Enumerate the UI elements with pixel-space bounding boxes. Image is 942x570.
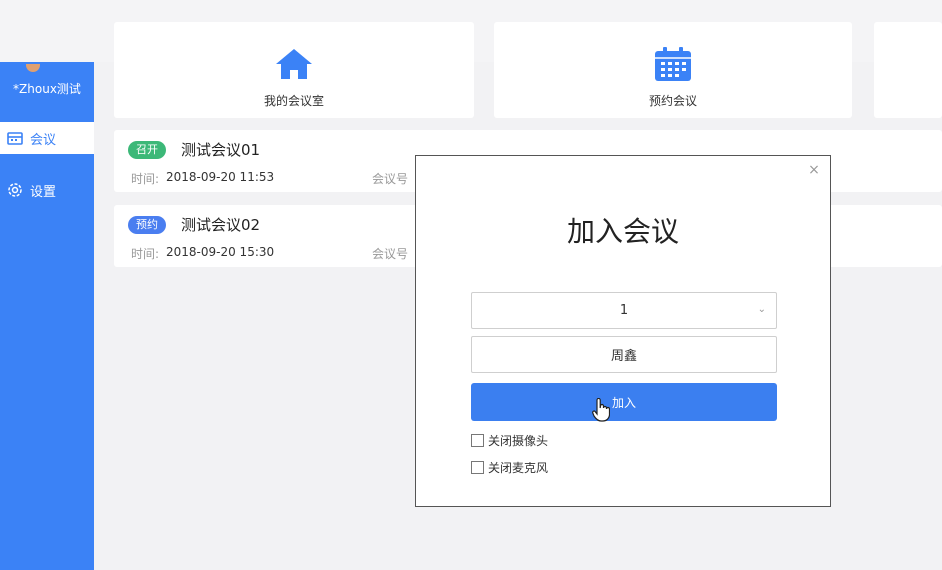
room-number-label: 会议号 (372, 247, 409, 261)
tile-partial[interactable] (874, 22, 942, 118)
checkbox-label: 关闭麦克风 (488, 461, 549, 475)
name-input[interactable]: 周鑫 (471, 336, 777, 373)
chevron-down-icon: ⌄ (757, 304, 766, 315)
gear-icon (6, 181, 24, 199)
meeting-select[interactable]: 1 ⌄ (471, 292, 777, 329)
sidebar-item-label: 设置 (30, 184, 57, 200)
checkbox-box[interactable] (471, 461, 484, 474)
checkbox-box[interactable] (471, 434, 484, 447)
user-name-label: *Zhoux测试 (13, 81, 81, 96)
name-input-value: 周鑫 (610, 349, 637, 364)
time-label: 时间: (131, 172, 160, 186)
schedule-meeting-tile[interactable]: 预约会议 (494, 22, 852, 118)
join-meeting-dialog: × 加入会议 1 ⌄ 周鑫 加入 关闭摄像头 关闭麦克风 (415, 155, 831, 507)
sidebar: *Zhoux测试 会议 设置 (0, 62, 94, 570)
sidebar-item-meetings[interactable]: 会议 (0, 122, 94, 154)
room-number-label: 会议号 (372, 172, 409, 186)
meeting-time: 2018-09-20 15:30 (166, 245, 275, 259)
my-room-tile[interactable]: 我的会议室 (114, 22, 474, 118)
calendar-icon (6, 129, 24, 147)
dialog-title: 加入会议 (566, 215, 679, 248)
user-name[interactable]: *Zhoux测试 (0, 64, 94, 106)
calendar-grid-icon (653, 44, 693, 84)
time-label: 时间: (131, 247, 160, 261)
join-button-label: 加入 (611, 395, 636, 410)
status-badge: 预约 (128, 216, 166, 234)
sidebar-item-label: 会议 (30, 132, 57, 148)
home-icon (274, 44, 314, 84)
tile-label: 我的会议室 (263, 94, 324, 108)
join-button[interactable]: 加入 (471, 383, 777, 421)
camera-off-checkbox[interactable]: 关闭摄像头 (471, 432, 548, 449)
sidebar-item-settings[interactable]: 设置 (0, 174, 94, 206)
meeting-select-value: 1 (619, 303, 629, 318)
checkbox-label: 关闭摄像头 (488, 434, 549, 448)
status-badge: 召开 (128, 141, 166, 159)
tile-label: 预约会议 (648, 94, 697, 108)
avatar (26, 64, 40, 72)
meeting-name: 测试会议02 (181, 216, 261, 234)
close-icon[interactable]: × (806, 162, 822, 178)
meeting-name: 测试会议01 (181, 141, 261, 159)
hand-cursor-icon (592, 397, 611, 422)
meeting-time: 2018-09-20 11:53 (166, 170, 275, 184)
mic-off-checkbox[interactable]: 关闭麦克风 (471, 459, 548, 476)
